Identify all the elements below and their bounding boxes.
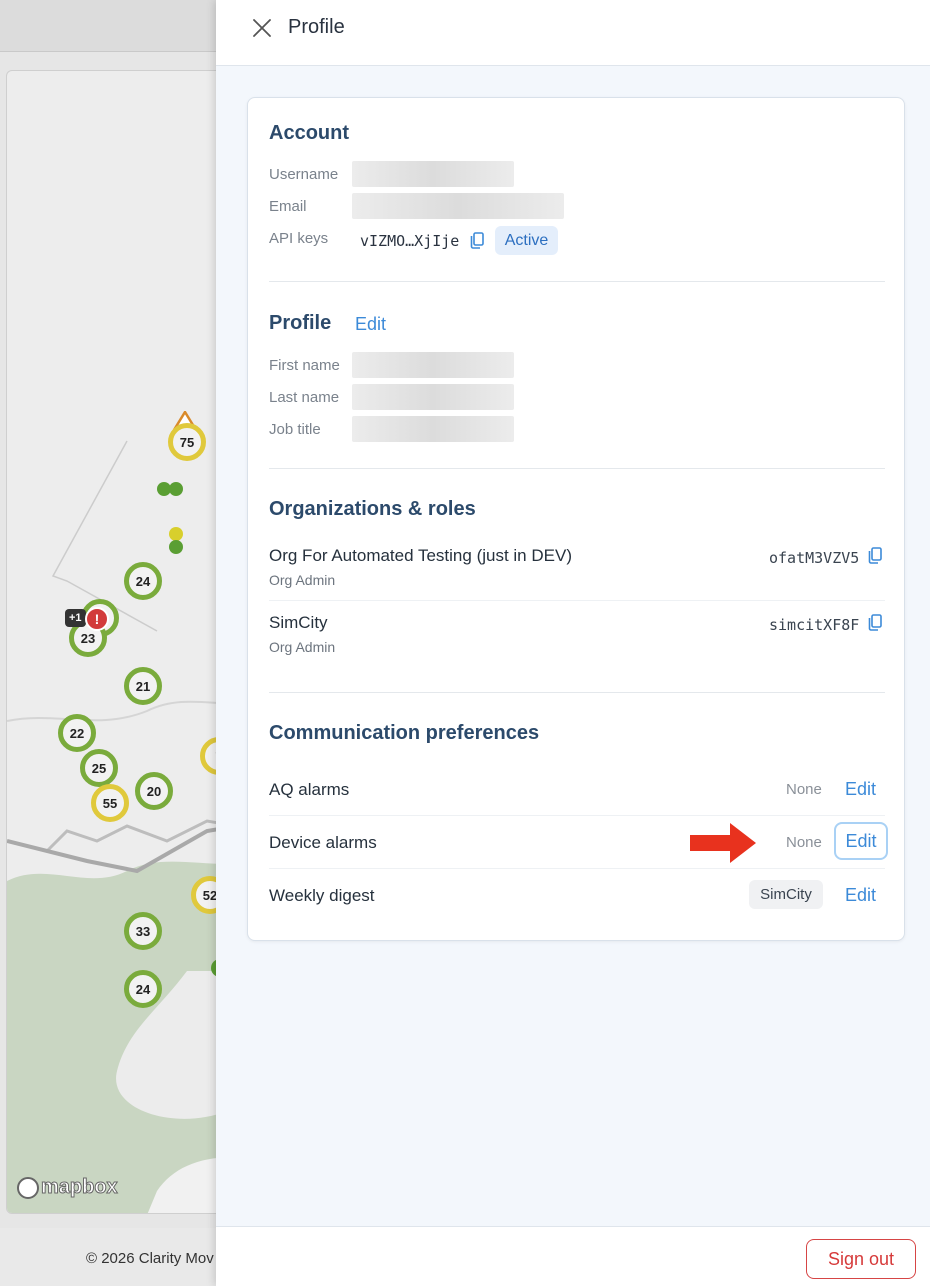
profile-card: Account Username Email API keys vIZMO…Xj…	[247, 97, 905, 941]
map-marker[interactable]: 22	[58, 714, 96, 752]
map-marker[interactable]: 21	[124, 667, 162, 705]
sign-out-button[interactable]: Sign out	[806, 1239, 916, 1279]
copy-icon	[470, 232, 484, 249]
device-alarms-value: None	[786, 834, 822, 851]
org-name: Org For Automated Testing (just in DEV)	[269, 546, 572, 565]
edit-profile-link[interactable]: Edit	[355, 314, 386, 335]
org-role: Org Admin	[269, 639, 336, 655]
org-code: ofatM3VZV5	[769, 549, 860, 567]
comms-section-title: Communication preferences	[269, 722, 540, 744]
cluster-count-badge[interactable]: +1	[65, 609, 86, 627]
map-marker[interactable]: 24	[124, 970, 162, 1008]
drawer-header: Profile	[216, 0, 930, 66]
org-name: SimCity	[269, 613, 328, 632]
map-dot[interactable]	[169, 540, 183, 554]
map-marker[interactable]: 25	[80, 749, 118, 787]
profile-section-title: Profile	[269, 312, 332, 334]
drawer-footer: Sign out	[216, 1226, 930, 1286]
map-marker[interactable]: 24	[124, 562, 162, 600]
mapbox-logo-text: mapbox	[41, 1176, 119, 1199]
copy-org-code-button[interactable]	[868, 614, 882, 631]
api-keys-label: API keys	[269, 230, 329, 247]
row-divider	[269, 868, 885, 869]
first-name-value-redacted	[352, 352, 514, 378]
map-marker[interactable]: 20	[135, 772, 173, 810]
alert-icon[interactable]: !	[85, 607, 109, 631]
close-button[interactable]	[250, 16, 274, 40]
username-value-redacted	[352, 161, 514, 187]
job-title-label: Job title	[269, 421, 321, 438]
username-label: Username	[269, 166, 339, 183]
copyright-text: © 2026 Clarity Mov	[86, 1250, 214, 1267]
email-value-redacted	[352, 193, 564, 219]
api-key-status-badge: Active	[495, 226, 558, 255]
email-label: Email	[269, 198, 307, 215]
aq-alarms-value: None	[786, 781, 822, 798]
drawer-title: Profile	[288, 16, 345, 38]
map-dot[interactable]	[169, 527, 183, 541]
map-marker[interactable]: 33	[124, 912, 162, 950]
copy-icon	[868, 547, 882, 564]
map-marker[interactable]: 75	[168, 423, 206, 461]
device-alarms-label: Device alarms	[269, 833, 377, 852]
copy-api-key-button[interactable]	[470, 232, 484, 249]
first-name-label: First name	[269, 357, 340, 374]
copy-icon	[868, 614, 882, 631]
close-icon	[253, 19, 271, 37]
map-marker[interactable]: 55	[91, 784, 129, 822]
job-title-value-redacted	[352, 416, 514, 442]
edit-aq-alarms-link[interactable]: Edit	[845, 779, 876, 800]
map-dot[interactable]	[169, 482, 183, 496]
org-code: simcitXF8F	[769, 616, 860, 634]
copy-org-code-button[interactable]	[868, 547, 882, 564]
row-divider	[269, 815, 885, 816]
section-divider	[269, 468, 885, 469]
weekly-digest-label: Weekly digest	[269, 886, 375, 905]
profile-drawer: Profile Account Username Email API keys …	[216, 0, 930, 1286]
last-name-label: Last name	[269, 389, 340, 406]
org-divider	[269, 600, 885, 601]
mapbox-logo-icon	[17, 1176, 39, 1199]
section-divider	[269, 281, 885, 282]
account-section-title: Account	[269, 122, 349, 144]
last-name-value-redacted	[352, 384, 514, 410]
edit-weekly-digest-link[interactable]: Edit	[845, 885, 876, 906]
org-role: Org Admin	[269, 572, 336, 588]
aq-alarms-label: AQ alarms	[269, 780, 350, 799]
edit-device-alarms-button[interactable]: Edit	[834, 822, 888, 860]
section-divider	[269, 692, 885, 693]
mapbox-logo: mapbox	[17, 1176, 118, 1199]
api-key-value: vIZMO…XjIje	[360, 232, 460, 250]
orgs-section-title: Organizations & roles	[269, 498, 476, 520]
weekly-digest-org-badge: SimCity	[749, 880, 823, 909]
highlight-arrow-icon	[690, 823, 756, 863]
